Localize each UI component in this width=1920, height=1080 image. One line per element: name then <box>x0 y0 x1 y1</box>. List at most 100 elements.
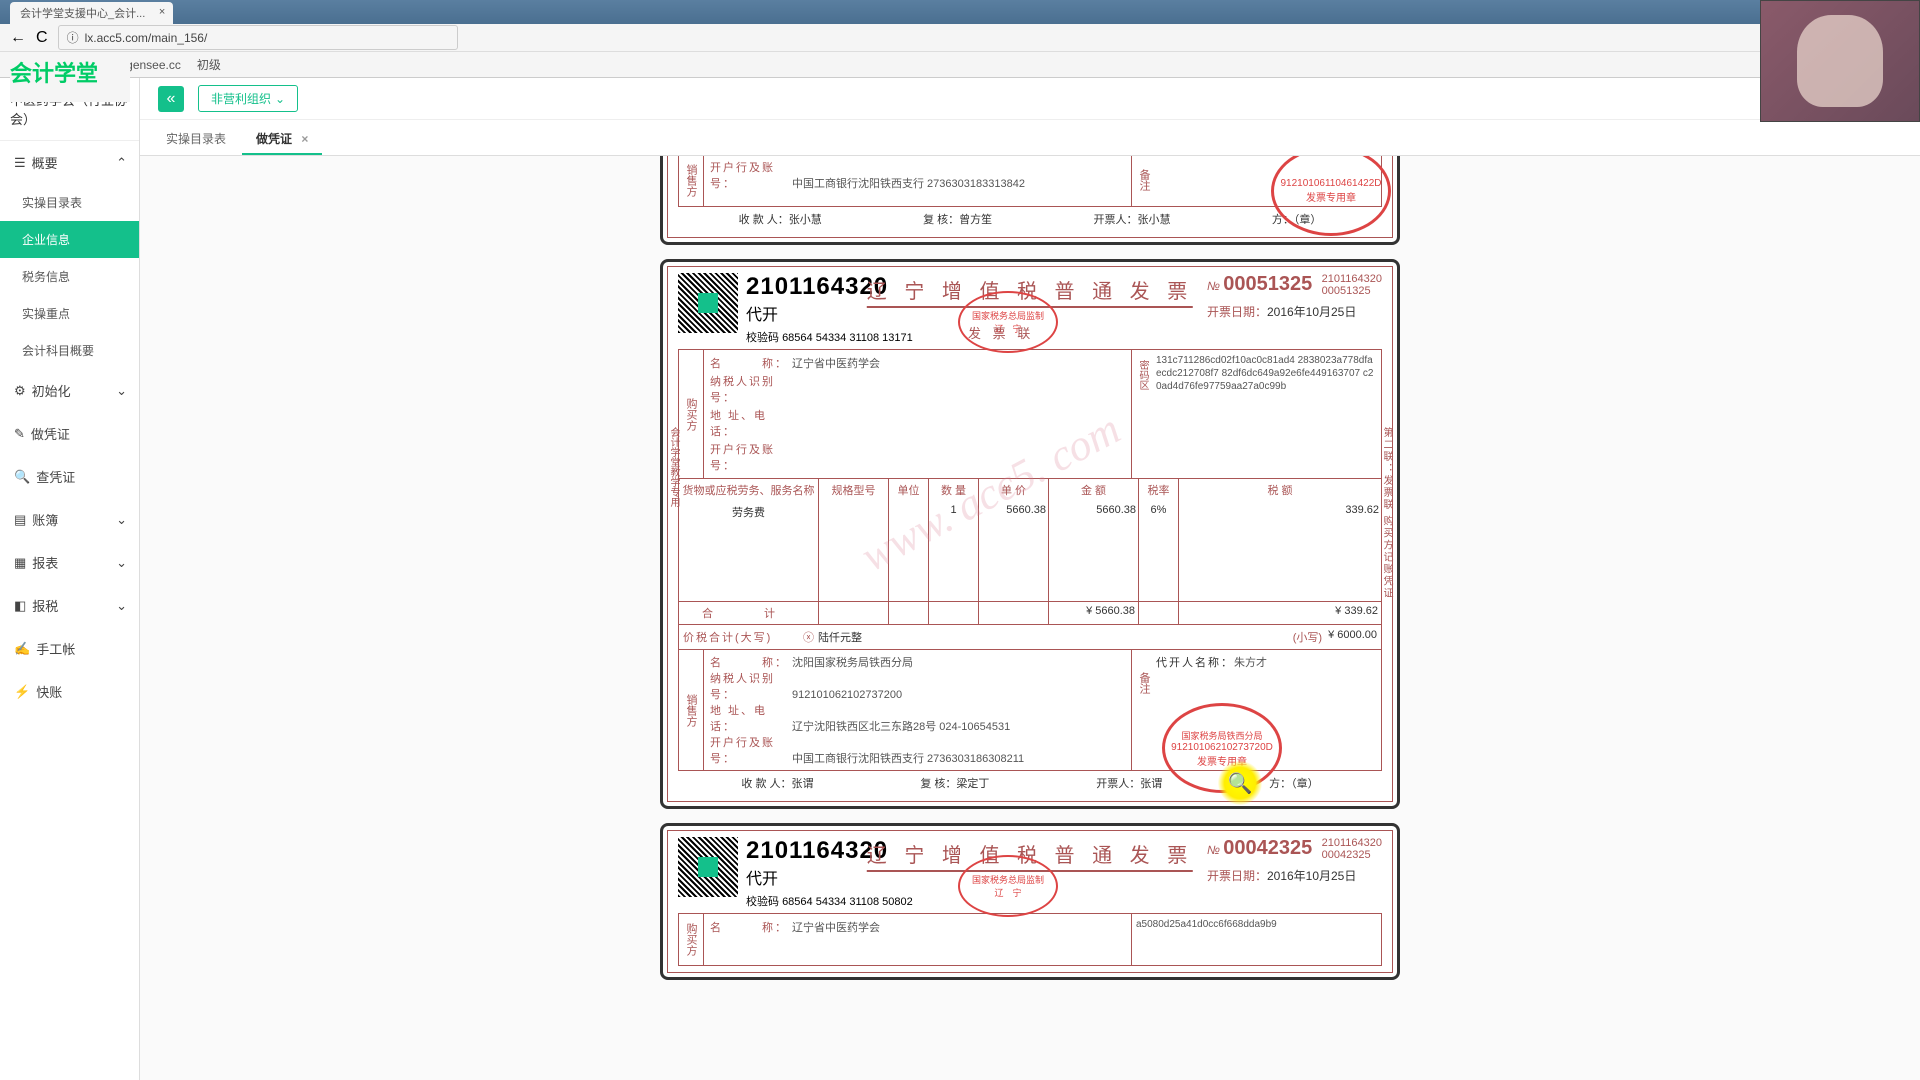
collapse-sidebar-button[interactable]: « <box>158 86 184 112</box>
hand-icon: ✍ <box>14 641 30 657</box>
total-label: 合 计 <box>679 602 819 624</box>
url-text: lx.acc5.com/main_156/ <box>85 31 208 45</box>
nav-label: 报表 <box>32 553 58 572</box>
nav-report[interactable]: ▦ 报表 <box>0 541 139 584</box>
check-code: 68564 54334 31108 13171 <box>782 332 913 344</box>
total-tax: ¥ 339.62 <box>1179 602 1381 624</box>
sub-catalog[interactable]: 实操目录表 <box>0 184 139 221</box>
no-label: № <box>1207 279 1220 293</box>
tab-label: 做凭证 <box>256 132 292 146</box>
zoom-in-icon[interactable]: 🔍 <box>1228 771 1253 796</box>
payee: 张谓 <box>792 778 814 790</box>
browser-tab[interactable]: 会计学堂支援中心_会计... × <box>10 2 173 24</box>
side-code: 00051325 <box>1322 285 1382 297</box>
item-qty: 1 <box>929 501 979 601</box>
sub-tax-info[interactable]: 税务信息 <box>0 258 139 295</box>
buyer-name: 辽宁省中医药学会 <box>792 922 880 934</box>
field-value: 中国工商银行沈阳铁西支行 2736303183313842 <box>792 178 1025 190</box>
sub-company-info[interactable]: 企业信息 <box>0 221 139 258</box>
tab-catalog[interactable]: 实操目录表 <box>152 124 240 155</box>
tab-title: 会计学堂支援中心_会计... <box>20 8 145 20</box>
amount-num: ¥ 6000.00 <box>1328 629 1377 645</box>
qr-code <box>678 837 738 897</box>
remark-label: 备注 <box>1136 666 1152 700</box>
invoice-card: 2101164320 代开 校验码 68564 54334 31108 5080… <box>660 823 1400 980</box>
nav-label: 账簿 <box>32 510 58 529</box>
nav-overview[interactable]: ☰ 概要 <box>0 141 139 184</box>
reload-icon[interactable]: C <box>36 29 48 47</box>
site-logo: 会计学堂 <box>10 56 130 102</box>
col-header: 货物或应税劳务、服务名称 <box>679 479 819 501</box>
webcam-overlay <box>1760 0 1920 122</box>
stamp-code: 91210106210273720D <box>1171 742 1273 753</box>
side-code: 00042325 <box>1322 849 1382 861</box>
nav-label: 快账 <box>36 682 62 701</box>
nav-ledger[interactable]: ▤账簿 <box>0 498 139 541</box>
tab-voucher[interactable]: 做凭证 × <box>242 124 322 155</box>
side-note-right: 第二联：发票联 购买方记账凭证 <box>1379 427 1394 600</box>
total-amount: ¥ 5660.38 <box>1049 602 1139 624</box>
sub-keypoints[interactable]: 实操重点 <box>0 295 139 332</box>
seller-addr: 辽宁沈阳铁西区北三东路28号 024-10654531 <box>792 721 1010 733</box>
url-input[interactable]: ⓘ lx.acc5.com/main_156/ <box>58 25 458 50</box>
issue-date: 2016年10月25日 <box>1267 869 1356 883</box>
nav-voucher[interactable]: ✎做凭证 <box>0 412 139 455</box>
payee: 张小慧 <box>789 214 822 226</box>
chevron-down-icon: ⌄ <box>275 92 285 106</box>
cipher-label: 密码区 <box>1136 354 1152 396</box>
nav-label: 概要 <box>32 153 58 172</box>
close-icon[interactable]: × <box>301 132 308 146</box>
issuer: 张谓 <box>1140 778 1162 790</box>
gear-icon: ⚙ <box>14 383 26 399</box>
flash-icon: ⚡ <box>14 684 30 700</box>
col-header: 税率 <box>1139 479 1179 501</box>
invoice-no: 00042325 <box>1223 837 1312 859</box>
agent-name: 朱方才 <box>1234 657 1267 669</box>
report-icon: ▦ <box>14 555 26 571</box>
bookmarks-bar: ⠿ 应用 acc5com.gensee.cc 初级 <box>0 52 1920 78</box>
seller-label: 销售方 <box>683 688 699 733</box>
info-icon: ⓘ <box>67 29 79 46</box>
stamp-oval: 国家税务总局监制辽 宁 <box>958 291 1058 353</box>
invoice-no: 00051325 <box>1223 273 1312 295</box>
side-code: 2101164320 <box>1322 273 1382 285</box>
browser-tab-strip: 会计学堂支援中心_会计... × <box>0 0 1920 24</box>
copy-label: 发 票 联 <box>968 323 1034 342</box>
field-label: 开户行及账号： <box>710 441 792 473</box>
invoice-footer: 收 款 人：张谓 复 核：梁定丁 开票人：张谓 方：（章） <box>678 771 1382 795</box>
buyer-label: 购买方 <box>683 917 699 962</box>
close-icon[interactable]: × <box>159 6 165 18</box>
item-name: 劳务费 <box>679 501 819 601</box>
nav-search-voucher[interactable]: 🔍查凭证 <box>0 455 139 498</box>
col-header: 单位 <box>889 479 929 501</box>
invoice-card: 会计学堂教学专用 第二联：发票联 购买方记账凭证 www. acc5. com … <box>660 259 1400 809</box>
stamp-oval: 国家税务总局监制辽 宁 <box>958 855 1058 917</box>
item-tax: 339.62 <box>1179 501 1381 601</box>
item-price: 5660.38 <box>979 501 1049 601</box>
seller-name: 沈阳国家税务局铁西分局 <box>792 657 913 669</box>
sub-accounts[interactable]: 会计科目概要 <box>0 332 139 369</box>
nav-quick[interactable]: ⚡ 快账 <box>0 670 139 713</box>
menu-icon: ☰ <box>14 155 26 171</box>
checker: 曾方笙 <box>959 214 992 226</box>
bookmark-item[interactable]: 初级 <box>197 56 221 73</box>
field-label: 开户行及账号： <box>710 159 792 191</box>
tab-label: 实操目录表 <box>166 132 226 146</box>
seal-note: 方：（章） <box>1269 778 1319 790</box>
seller-bank: 中国工商银行沈阳铁西支行 2736303186308211 <box>792 753 1024 765</box>
content-area[interactable]: 销售方 开户行及账号：中国工商银行沈阳铁西支行 2736303183313842… <box>140 156 1920 1080</box>
url-bar: ← C ⓘ lx.acc5.com/main_156/ <box>0 24 1920 52</box>
nav-tax[interactable]: ◧报税 <box>0 584 139 627</box>
buyer-name: 辽宁省中医药学会 <box>792 358 880 370</box>
col-header: 单 价 <box>979 479 1049 501</box>
search-icon: 🔍 <box>14 469 30 485</box>
nav-init[interactable]: ⚙初始化 <box>0 369 139 412</box>
org-type-select[interactable]: 非营利组织 ⌄ <box>198 85 298 112</box>
item-rate: 6% <box>1139 501 1179 601</box>
issue-date: 2016年10月25日 <box>1267 305 1356 319</box>
seller-label: 销售方 <box>683 158 699 203</box>
back-icon[interactable]: ← <box>10 29 26 47</box>
nav-label: 报税 <box>32 596 58 615</box>
nav-manual[interactable]: ✍手工帐 <box>0 627 139 670</box>
check-label: 校验码 <box>746 332 779 344</box>
